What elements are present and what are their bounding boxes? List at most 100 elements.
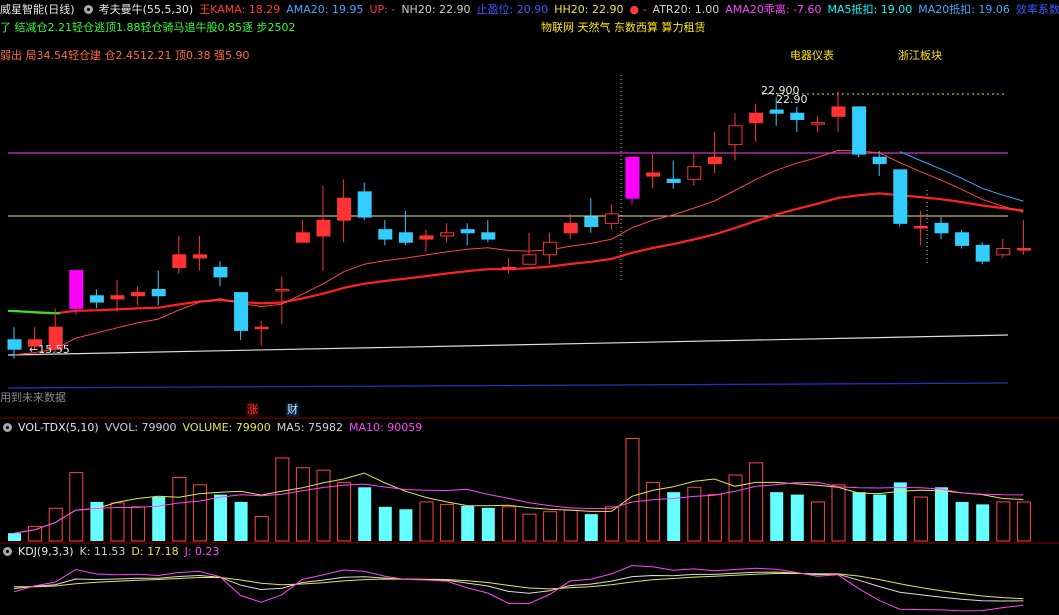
future-data-note: 用到未来数据 — [0, 391, 66, 404]
volume-bar — [295, 467, 310, 542]
region-tag[interactable]: 浙江板块 — [898, 48, 942, 64]
candle-body — [604, 213, 619, 224]
candle-body — [707, 156, 722, 165]
volume-bar — [625, 437, 640, 542]
indicator-value-1: AMA20: 19.95 — [286, 3, 364, 16]
candle-body — [543, 241, 558, 256]
candle-body — [213, 266, 228, 278]
volume-ma10-line — [13, 481, 1024, 534]
candle-body — [151, 288, 166, 297]
volume-bar — [584, 514, 598, 541]
volume-bar — [461, 505, 475, 541]
volume-bar — [378, 506, 392, 541]
indicator-value-8: AMA20乖离: -7.60 — [725, 3, 822, 16]
volume-bar — [831, 484, 846, 542]
ama20-line — [13, 149, 1024, 356]
candle-body — [275, 288, 290, 292]
volume-bar — [543, 511, 558, 542]
candle-body — [831, 106, 846, 117]
candle-body — [110, 295, 125, 300]
candle-body — [378, 229, 393, 240]
candle-body — [646, 172, 661, 177]
candle-body — [316, 219, 331, 237]
kdj-j-line — [13, 565, 1024, 612]
candle-body — [810, 122, 825, 125]
candle-body — [460, 229, 475, 234]
indicator-value-10: MA20抵扣: 19.06 — [918, 3, 1010, 16]
kdj-value-0: K: 11.53 — [79, 545, 126, 558]
gear-icon[interactable] — [3, 546, 12, 556]
volume-bar — [873, 494, 887, 541]
candle-body — [749, 112, 764, 124]
volume-bar — [604, 506, 619, 542]
volume-bar — [234, 501, 248, 541]
volume-bar — [501, 506, 516, 542]
price-chart-canvas[interactable] — [0, 0, 1059, 615]
indicator-value-6: ● - — [629, 3, 647, 16]
gear-icon[interactable] — [83, 4, 93, 14]
volume-bar — [770, 492, 784, 541]
volume-bar — [275, 457, 290, 542]
candle-body — [852, 106, 867, 155]
indicator-value-5: HH20: 22.90 — [554, 3, 624, 16]
ama20-tail-line — [899, 151, 1024, 202]
volume-bar — [214, 494, 227, 541]
candle-body — [89, 295, 104, 303]
indicator-value-4: 止盈位: 20.90 — [476, 3, 549, 16]
kdj-header: KDJ(9,3,3) K: 11.53 D: 17.18 J: 0.23 — [0, 545, 232, 559]
volume-bar — [254, 516, 269, 542]
candle-body — [687, 166, 702, 180]
candle-body — [1016, 248, 1031, 251]
volume-value-0: VVOL: 79900 — [104, 421, 177, 434]
indicator-value-11: 效率系数: — [1015, 3, 1059, 16]
kama-green-segment — [7, 309, 61, 315]
candle-body — [357, 191, 372, 218]
industry-tag[interactable]: 电器仪表 — [790, 48, 834, 64]
candle-body — [481, 232, 496, 240]
volume-bar — [399, 509, 413, 541]
indicator-value-3: NH20: 22.90 — [401, 3, 471, 16]
signal-line-2: 弱出 局34.54轻仓建 仓2.4512.21 顶0.38 强5.90 — [0, 49, 250, 62]
indicator-name[interactable]: 考夫曼牛(55,5,30) — [99, 3, 194, 16]
candle-body — [975, 244, 990, 262]
candle-body — [584, 216, 599, 228]
volume-bar — [707, 494, 722, 542]
volume-bar — [419, 501, 434, 542]
volume-bar — [522, 513, 537, 542]
candle-body — [69, 270, 84, 309]
candle-body — [769, 109, 784, 114]
high-price-marker: 22.90 — [776, 93, 808, 106]
kdj-value-1: D: 17.18 — [131, 545, 179, 558]
candle-body — [728, 125, 743, 146]
volume-bar — [955, 501, 969, 541]
kdj-value-2: J: 0.23 — [184, 545, 220, 558]
volume-bar — [1016, 501, 1031, 542]
indicator-value-2: UP: - — [369, 3, 396, 16]
volume-bar — [996, 501, 1011, 542]
indicator-value-9: MA5抵扣: 19.00 — [827, 3, 913, 16]
volume-indicator-name[interactable]: VOL-TDX(5,10) — [18, 421, 99, 434]
candle-body — [996, 248, 1011, 256]
kdj-indicator-name[interactable]: KDJ(9,3,3) — [18, 545, 74, 558]
indicator-value-7: ATR20: 1.00 — [652, 3, 720, 16]
volume-bar — [563, 509, 578, 542]
candle-body — [440, 232, 455, 237]
limit-up-badge[interactable]: 涨 — [246, 403, 259, 417]
volume-bar — [48, 507, 63, 542]
gear-icon[interactable] — [3, 422, 12, 432]
signal-line-1: 了 结减仓2.21轻仓逃顶1.88轻仓骑马追牛股0.85逐 步2502 — [0, 21, 296, 34]
concept-tags[interactable]: 物联网 天然气 东数西算 算力租赁 — [541, 20, 706, 36]
candle-body — [192, 254, 207, 259]
volume-bar — [667, 492, 681, 541]
candle-body — [398, 232, 413, 243]
lower-band-line — [7, 382, 1009, 389]
candle-body — [501, 266, 516, 270]
volume-bar — [172, 477, 187, 542]
volume-bar — [749, 462, 764, 542]
volume-bar — [687, 486, 702, 542]
volume-bar — [69, 472, 84, 542]
finance-badge[interactable]: 财 — [286, 403, 299, 417]
candle-body — [131, 292, 146, 297]
candle-body — [790, 112, 805, 120]
stock-title[interactable]: 威星智能(日线) — [0, 3, 75, 16]
